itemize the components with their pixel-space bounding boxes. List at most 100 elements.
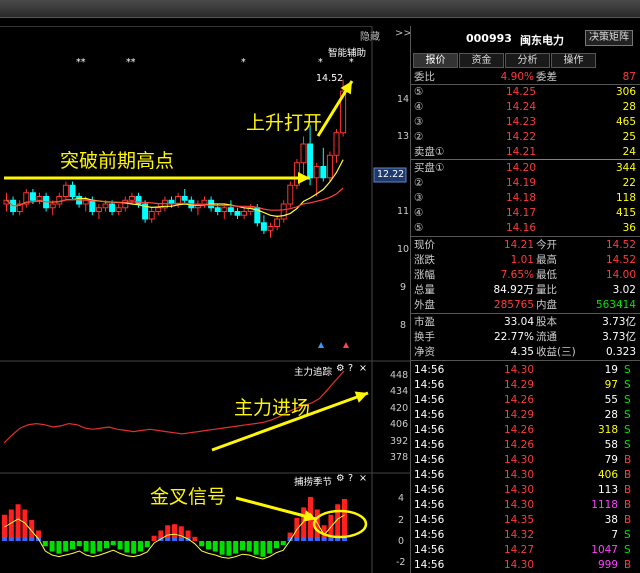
bid-volume: 22 [622, 177, 636, 189]
ask-level-label: ④ [414, 101, 424, 113]
histogram-bar [260, 541, 266, 557]
histogram-bar [280, 541, 286, 546]
candle-body [326, 154, 333, 179]
stat-value: 84.92万 [493, 284, 534, 296]
panel3-axis-tick: 0 [398, 536, 405, 547]
bid-row: ② 14.19 22 [412, 176, 638, 190]
tick-price: 14.35 [503, 514, 534, 526]
tick-direction: S [624, 364, 631, 376]
annotation-capital-in: 主力进场 [234, 397, 311, 419]
stat-value: 285765 [493, 299, 534, 311]
candle-body [155, 207, 162, 212]
tick-row: 14:56 14.30 999 B [412, 558, 638, 572]
candle-body [300, 143, 307, 164]
histogram-bar [342, 499, 347, 541]
price-axis-tick: 14 [397, 94, 410, 105]
close-icon[interactable]: × [359, 473, 367, 484]
candle-body [56, 196, 63, 205]
help-icon[interactable]: ? [348, 473, 353, 484]
tick-volume: 38 [604, 514, 618, 526]
bid-row: 买盘① 14.20 344 [412, 161, 638, 175]
stat-row: 现价 14.21 今开 14.52 [412, 238, 638, 252]
tick-time: 14:56 [414, 424, 445, 436]
ask-row: 卖盘① 14.21 24 [412, 145, 638, 159]
stat-label: 涨幅 [414, 269, 435, 281]
ask-price: 14.21 [505, 146, 536, 158]
tick-price: 14.30 [503, 499, 534, 511]
tick-direction: S [624, 409, 631, 421]
tick-direction: B [624, 499, 632, 511]
decision-matrix-button[interactable]: 决策矩阵 [585, 30, 633, 46]
stat-value: 7.65% [500, 269, 534, 281]
stat-label: 量比 [536, 284, 557, 296]
help-icon[interactable]: ? [348, 363, 353, 374]
candle-body [267, 226, 274, 231]
ask-volume: 24 [622, 146, 636, 158]
tick-row: 14:56 14.26 55 S [412, 393, 638, 407]
tick-time: 14:56 [414, 499, 445, 511]
tab-quote[interactable]: 报价 [413, 53, 458, 68]
histogram-bar [56, 541, 62, 554]
fund-row: 市盈 33.04 股本 3.73亿 [412, 315, 638, 329]
tick-price: 14.26 [503, 439, 534, 451]
bid-price: 14.20 [505, 162, 536, 174]
tab-operations[interactable]: 操作 [551, 53, 596, 68]
stock-code: 000993 [466, 32, 512, 45]
annotation-open-up: 上升打开 [246, 112, 323, 134]
panel2-axis-tick: 420 [390, 403, 409, 414]
price-axis-tick: 10 [397, 244, 410, 255]
candle-body [115, 207, 122, 212]
tick-row: 14:56 14.26 58 S [412, 438, 638, 452]
fund-value: 3.73亿 [602, 316, 636, 328]
weibi-label: 委比 [414, 71, 435, 83]
fund-label: 市盈 [414, 316, 435, 328]
tick-time: 14:56 [414, 544, 445, 556]
stat-row: 涨幅 7.65% 最低 14.00 [412, 268, 638, 282]
tick-volume: 318 [597, 424, 618, 436]
stock-name: 闽东电力 [520, 34, 564, 47]
price-axis-tick: 9 [400, 282, 407, 293]
bid-level-label: ③ [414, 192, 424, 204]
histogram-bar-base [301, 537, 307, 541]
tick-direction: B [624, 454, 632, 466]
tick-time: 14:56 [414, 529, 445, 541]
histogram-bar-base [321, 537, 327, 541]
tab-funds[interactable]: 资金 [459, 53, 504, 68]
price-axis-tick: 13 [397, 131, 410, 142]
ask-level-label: ② [414, 131, 424, 143]
smart-assist-label[interactable]: 智能辅助 [328, 45, 366, 59]
settings-gear-icon[interactable]: ⚙ [336, 363, 345, 374]
histogram-bar [246, 541, 252, 552]
tick-row: 14:56 14.35 38 B [412, 513, 638, 527]
tick-direction: B [624, 514, 632, 526]
bid-price: 14.16 [505, 222, 536, 234]
tick-row: 14:56 14.29 97 S [412, 378, 638, 392]
ask-volume: 28 [622, 101, 636, 113]
ask-volume: 465 [615, 116, 636, 128]
tick-volume: 79 [604, 454, 618, 466]
candle-body [241, 211, 248, 216]
tick-time: 14:56 [414, 469, 445, 481]
fund-value: 4.35 [510, 346, 534, 358]
price-axis-tick: 11 [397, 206, 410, 217]
histogram-bar [274, 541, 279, 549]
histogram-bar [219, 541, 225, 555]
fund-label: 净资 [414, 346, 435, 358]
tab-analysis[interactable]: 分析 [505, 53, 550, 68]
settings-gear-icon[interactable]: ⚙ [336, 473, 345, 484]
histogram-bar-base [29, 537, 35, 541]
ask-level-label: 卖盘① [414, 146, 445, 158]
panel-main-force-title: 主力追踪 [294, 367, 333, 378]
stat-label: 内盘 [536, 299, 557, 311]
tick-time: 14:56 [414, 484, 445, 496]
stat-label: 现价 [414, 239, 435, 251]
histogram-bar [253, 541, 259, 555]
stat-value: 14.52 [605, 239, 636, 251]
price-axis-tick: 8 [400, 320, 407, 331]
ask-volume: 25 [622, 131, 636, 143]
tick-row: 14:56 14.30 113 B [412, 483, 638, 497]
panel2-axis-tick: 434 [390, 386, 409, 397]
tick-price: 14.30 [503, 469, 534, 481]
ask-price: 14.24 [505, 101, 536, 113]
close-icon[interactable]: × [359, 363, 367, 374]
